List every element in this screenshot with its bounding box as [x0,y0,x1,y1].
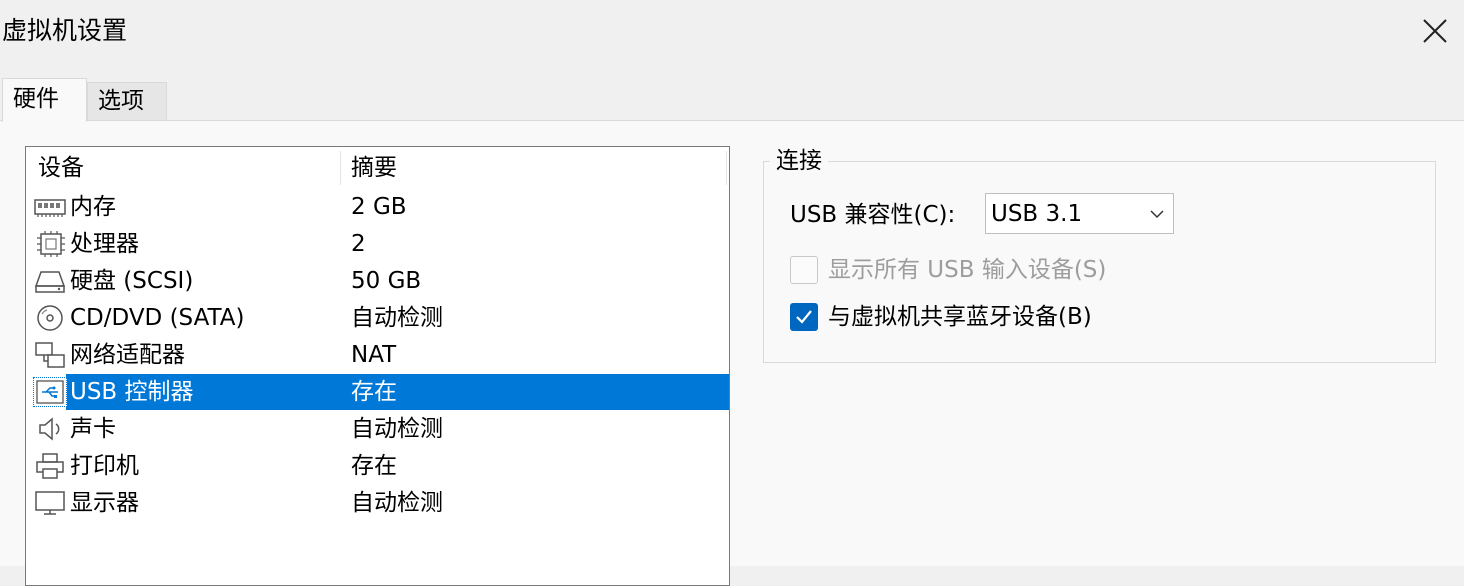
device-summary: NAT [351,342,397,368]
title-bar: 虚拟机设置 [0,0,1464,62]
share-bluetooth-label: 与虚拟机共享蓝牙设备(B) [828,304,1092,330]
device-summary: 自动检测 [351,416,443,442]
device-summary: 50 GB [351,268,422,294]
device-row-processor[interactable]: 处理器 2 [26,226,729,262]
connection-group-title: 连接 [770,146,828,176]
device-summary: 2 GB [351,194,407,220]
device-name: 网络适配器 [70,342,185,368]
show-all-usb-checkbox [790,256,818,284]
window-title: 虚拟机设置 [2,16,128,45]
column-divider[interactable] [726,151,727,185]
hardware-panel: 设备 摘要 内存 2 GB 处理器 2 硬盘 (SCSI) 50 GB CD/D… [0,120,1464,586]
device-summary: 2 [351,231,366,257]
speaker-icon [33,414,67,444]
list-header: 设备 摘要 [26,147,729,187]
device-name: 声卡 [70,416,116,442]
device-row-printer[interactable]: 打印机 存在 [26,448,729,484]
tab-bar: 硬件 选项 [0,78,1464,122]
monitor-icon [33,488,67,518]
chevron-down-icon [1150,210,1164,219]
device-row-hard-disk[interactable]: 硬盘 (SCSI) 50 GB [26,263,729,299]
tab-options[interactable]: 选项 [87,82,167,120]
device-row-usb-controller[interactable]: USB 控制器 存在 [26,374,729,410]
network-adapter-icon [33,340,67,370]
usb-compat-select[interactable]: USB 3.1 [985,193,1174,234]
device-name: 内存 [70,194,116,220]
device-row-network-adapter[interactable]: 网络适配器 NAT [26,337,729,373]
device-summary: 存在 [351,379,397,405]
close-button[interactable] [1412,8,1458,54]
checkmark-icon [796,310,812,324]
show-all-usb-label: 显示所有 USB 输入设备(S) [828,257,1107,283]
share-bluetooth-checkbox[interactable] [790,303,818,331]
device-name: USB 控制器 [70,379,194,405]
device-summary: 自动检测 [351,305,443,331]
usb-compat-value: USB 3.1 [991,201,1083,227]
device-name: CD/DVD (SATA) [70,305,245,331]
hard-disk-icon [33,266,67,296]
printer-icon [33,451,67,481]
device-row-cd-dvd[interactable]: CD/DVD (SATA) 自动检测 [26,300,729,336]
cd-dvd-icon [33,303,67,333]
column-header-device[interactable]: 设备 [38,153,84,183]
close-icon [1423,19,1447,43]
processor-icon [33,229,67,259]
device-summary: 自动检测 [351,490,443,516]
device-name: 打印机 [70,453,139,479]
tab-hardware[interactable]: 硬件 [2,78,87,122]
device-row-sound-card[interactable]: 声卡 自动检测 [26,411,729,447]
device-list[interactable]: 设备 摘要 内存 2 GB 处理器 2 硬盘 (SCSI) 50 GB CD/D… [25,146,730,586]
column-header-summary[interactable]: 摘要 [351,153,397,183]
device-row-display[interactable]: 显示器 自动检测 [26,485,729,521]
memory-icon [33,192,67,222]
device-summary: 存在 [351,453,397,479]
column-divider[interactable] [340,151,341,185]
usb-compat-label: USB 兼容性(C): [790,202,956,228]
device-name: 显示器 [70,490,139,516]
device-name: 处理器 [70,231,139,257]
device-name: 硬盘 (SCSI) [70,268,194,294]
usb-icon [33,377,67,407]
device-row-memory[interactable]: 内存 2 GB [26,189,729,225]
